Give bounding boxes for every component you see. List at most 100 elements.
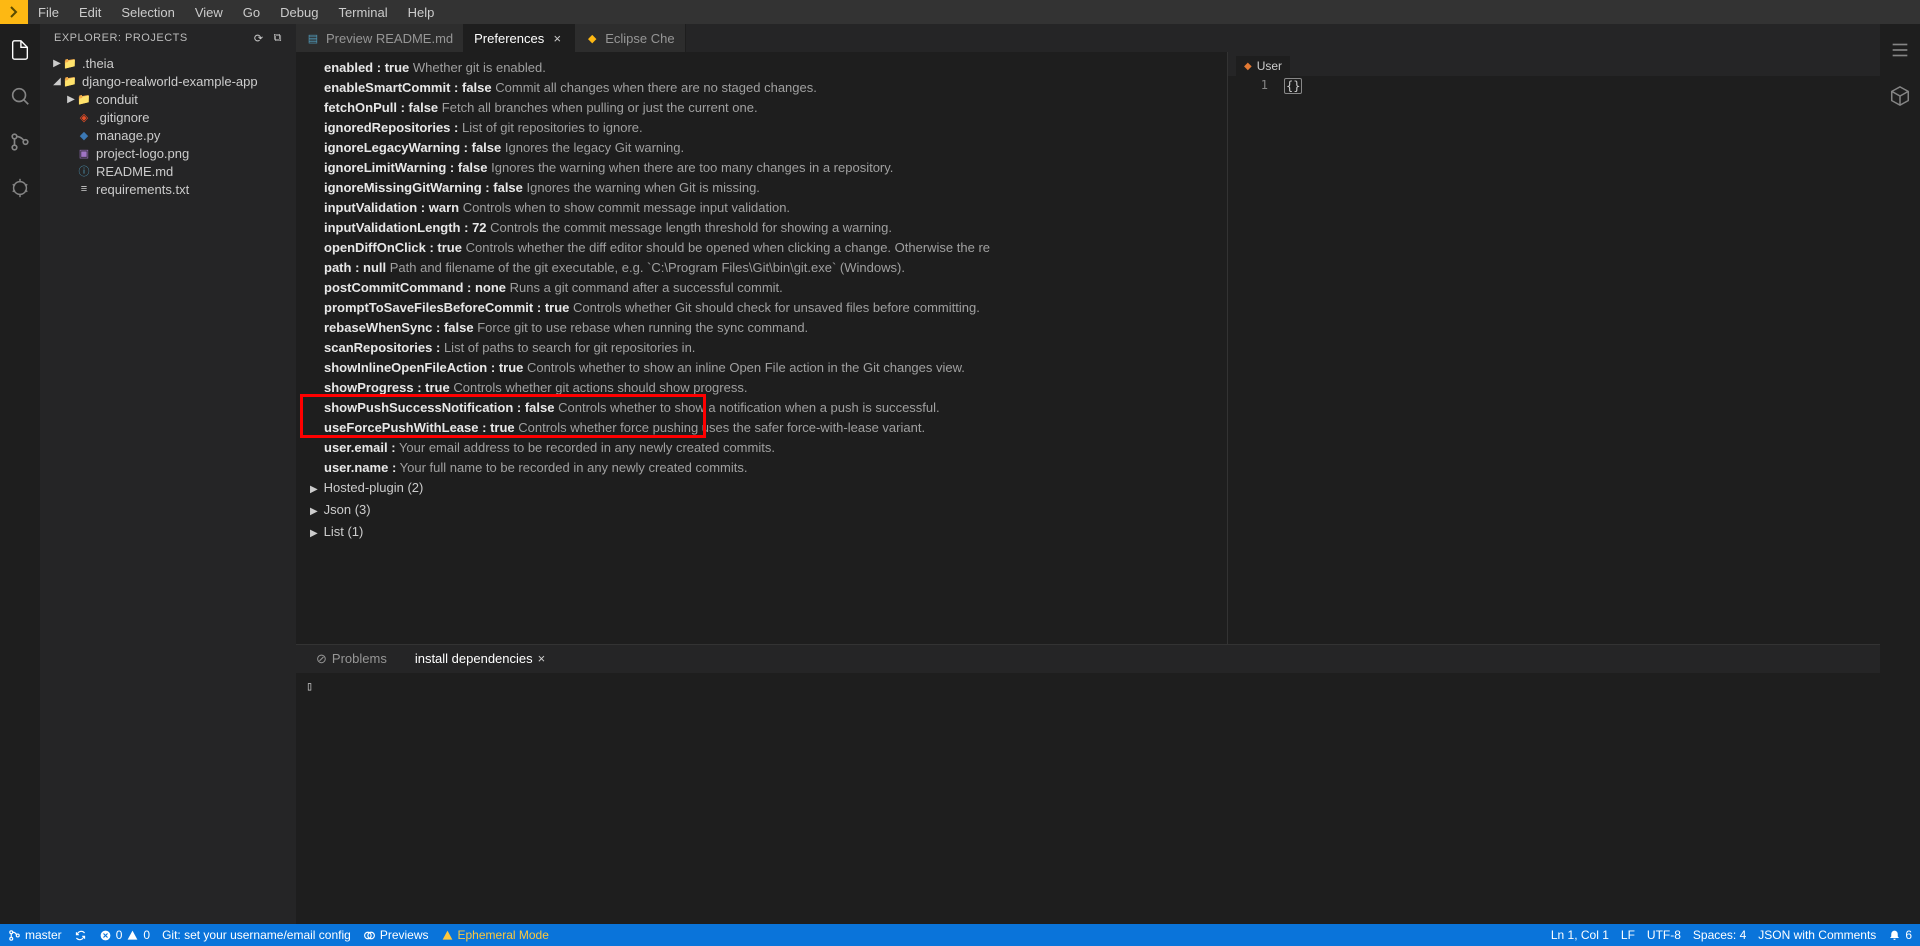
preference-row[interactable]: fetchOnPull : false Fetch all branches w… (296, 98, 1227, 118)
preference-row[interactable]: useForcePushWithLease : true Controls wh… (296, 418, 1227, 438)
preference-row[interactable]: user.email : Your email address to be re… (296, 438, 1227, 458)
sidebar-title: EXPLORER: PROJECTS (54, 32, 188, 44)
preference-row[interactable]: promptToSaveFilesBeforeCommit : true Con… (296, 298, 1227, 318)
preference-row[interactable]: enabled : true Whether git is enabled. (296, 58, 1227, 78)
preference-section[interactable]: ▶ Hosted-plugin (2) (296, 478, 1227, 500)
editor-tab[interactable]: Preferences × (464, 24, 575, 52)
editor-group: ▤Preview README.mdPreferences×◆Eclipse C… (296, 24, 1880, 924)
activity-search-icon[interactable] (6, 82, 34, 110)
close-icon[interactable]: × (538, 651, 546, 666)
tree-label: requirements.txt (96, 182, 189, 197)
preference-row[interactable]: postCommitCommand : none Runs a git comm… (296, 278, 1227, 298)
activity-scm-icon[interactable] (6, 128, 34, 156)
status-ephemeral[interactable]: Ephemeral Mode (441, 928, 549, 942)
menu-view[interactable]: View (185, 5, 233, 20)
status-cursor-position[interactable]: Ln 1, Col 1 (1551, 928, 1609, 942)
status-branch[interactable]: master (8, 928, 62, 942)
panel-tab[interactable]: install dependencies × (403, 645, 557, 673)
panel-body[interactable]: ▯ (296, 673, 1880, 924)
tab-label: Preferences (474, 31, 544, 46)
preference-row[interactable]: ignoreLimitWarning : false Ignores the w… (296, 158, 1227, 178)
menu-selection[interactable]: Selection (111, 5, 184, 20)
preference-row[interactable]: ignoreMissingGitWarning : false Ignores … (296, 178, 1227, 198)
tree-file[interactable]: ⓘREADME.md (40, 162, 296, 180)
editor-tab[interactable]: ▤ Preview README.md (296, 24, 464, 52)
tree-label: README.md (96, 164, 173, 179)
panel-tab-label: Problems (332, 651, 387, 666)
tree-label: .gitignore (96, 110, 149, 125)
notification-count: 6 (1905, 928, 1912, 942)
refresh-icon[interactable]: ⟳ (254, 32, 264, 45)
tree-file[interactable]: ▣project-logo.png (40, 144, 296, 162)
editor-tab[interactable]: ◆Eclipse Che (575, 24, 685, 52)
preferences-editor: enabled : true Whether git is enabled.en… (296, 52, 1227, 644)
outline-icon[interactable] (1886, 36, 1914, 64)
preference-row[interactable]: scanRepositories : List of paths to sear… (296, 338, 1227, 358)
tree-file[interactable]: ◆manage.py (40, 126, 296, 144)
menu-debug[interactable]: Debug (270, 5, 328, 20)
tree-folder[interactable]: ◢📁django-realworld-example-app (40, 72, 296, 90)
editor-content[interactable]: {} (1284, 78, 1880, 644)
menu-terminal[interactable]: Terminal (328, 5, 397, 20)
file-tree: ▶📁.theia◢📁django-realworld-example-app▶📁… (40, 52, 296, 200)
preview-icon: ▤ (306, 31, 320, 45)
preferences-list[interactable]: enabled : true Whether git is enabled.en… (296, 52, 1227, 644)
editor-gutter: 1 (1228, 78, 1284, 644)
json-icon: ◆ (1244, 61, 1252, 72)
panel-tab-label: install dependencies (415, 651, 533, 666)
status-git-message[interactable]: Git: set your username/email config (162, 928, 351, 942)
menu-edit[interactable]: Edit (69, 5, 111, 20)
status-indent[interactable]: Spaces: 4 (1693, 928, 1746, 942)
status-language[interactable]: JSON with Comments (1758, 928, 1876, 942)
status-bar: master 0 0 Git: set your username/email … (0, 924, 1920, 946)
ephemeral-label: Ephemeral Mode (458, 928, 549, 942)
bottom-panel: ⊘ Problems install dependencies × ▯ (296, 644, 1880, 924)
preference-row[interactable]: showProgress : true Controls whether git… (296, 378, 1227, 398)
tree-label: .theia (82, 56, 114, 71)
preference-row[interactable]: openDiffOnClick : true Controls whether … (296, 238, 1227, 258)
preference-row[interactable]: user.name : Your full name to be recorde… (296, 458, 1227, 478)
menu-file[interactable]: File (28, 5, 69, 20)
menu-go[interactable]: Go (233, 5, 270, 20)
tree-file[interactable]: ◈.gitignore (40, 108, 296, 126)
preference-section[interactable]: ▶ Json (3) (296, 500, 1227, 522)
editor-tabs: ▤ Preview README.md Preferences × ◆Eclipse C… (296, 24, 1880, 52)
tree-folder[interactable]: ▶📁.theia (40, 54, 296, 72)
tree-label: conduit (96, 92, 138, 107)
settings-json-editor: ◆ User 1 {} (1227, 52, 1880, 644)
tree-label: django-realworld-example-app (82, 74, 258, 89)
status-previews[interactable]: Previews (363, 928, 429, 942)
problems-icon: ⊘ (316, 651, 327, 667)
preference-row[interactable]: ignoreLegacyWarning : false Ignores the … (296, 138, 1227, 158)
preference-row[interactable]: enableSmartCommit : false Commit all cha… (296, 78, 1227, 98)
preference-section[interactable]: ▶ List (1) (296, 522, 1227, 544)
panel-tabs: ⊘ Problems install dependencies × (296, 645, 1880, 673)
main-area: EXPLORER: PROJECTS ⟳ ⧉ ▶📁.theia◢📁django-… (0, 24, 1920, 924)
preference-row[interactable]: rebaseWhenSync : false Force git to use … (296, 318, 1227, 338)
preference-row[interactable]: showInlineOpenFileAction : true Controls… (296, 358, 1227, 378)
preference-row[interactable]: path : null Path and filename of the git… (296, 258, 1227, 278)
preference-row[interactable]: showPushSuccessNotification : false Cont… (296, 398, 1227, 418)
status-notifications[interactable]: 6 (1888, 928, 1912, 942)
cube-icon[interactable] (1886, 82, 1914, 110)
status-encoding[interactable]: UTF-8 (1647, 928, 1681, 942)
tree-folder[interactable]: ▶📁conduit (40, 90, 296, 108)
preference-row[interactable]: inputValidationLength : 72 Controls the … (296, 218, 1227, 238)
status-problems[interactable]: 0 0 (99, 928, 150, 942)
menu-help[interactable]: Help (398, 5, 445, 20)
status-eol[interactable]: LF (1621, 928, 1635, 942)
previews-label: Previews (380, 928, 429, 942)
collapse-all-icon[interactable]: ⧉ (274, 32, 282, 45)
preference-row[interactable]: inputValidation : warn Controls when to … (296, 198, 1227, 218)
panel-tab[interactable]: ⊘ Problems (304, 645, 399, 673)
tab-label: Eclipse Che (605, 31, 674, 46)
tab-label: Preview README.md (326, 31, 453, 46)
tree-label: project-logo.png (96, 146, 189, 161)
status-sync-icon[interactable] (74, 929, 87, 942)
activity-debug-icon[interactable] (6, 174, 34, 202)
tree-file[interactable]: ≡requirements.txt (40, 180, 296, 198)
activity-explorer-icon[interactable] (6, 36, 34, 64)
settings-scope-tab-user[interactable]: ◆ User (1236, 56, 1290, 76)
preference-row[interactable]: ignoredRepositories : List of git reposi… (296, 118, 1227, 138)
close-icon[interactable]: × (550, 31, 564, 46)
